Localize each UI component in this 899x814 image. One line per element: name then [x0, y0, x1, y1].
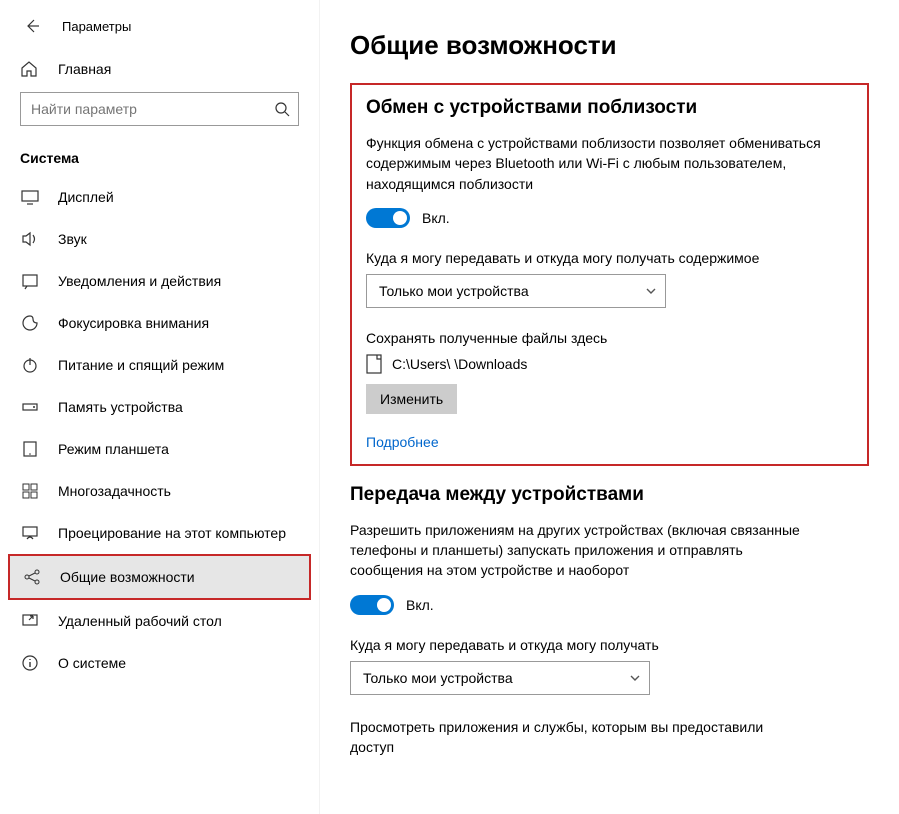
learn-more-link[interactable]: Подробнее — [366, 434, 439, 450]
remote-icon — [20, 612, 40, 630]
nearby-description: Функция обмена с устройствами поблизости… — [366, 133, 826, 194]
tablet-icon — [20, 440, 40, 458]
sidebar-item-label: Память устройства — [58, 399, 183, 415]
home-icon — [20, 60, 40, 78]
sidebar-item-label: Питание и спящий режим — [58, 357, 224, 373]
sidebar-item-label: Фокусировка внимания — [58, 315, 209, 331]
sidebar-item-storage[interactable]: Память устройства — [0, 386, 319, 428]
multitask-icon — [20, 482, 40, 500]
sidebar-item-shared-experiences[interactable]: Общие возможности — [10, 556, 309, 598]
sidebar-item-tablet[interactable]: Режим планшета — [0, 428, 319, 470]
sidebar-item-label: Проецирование на этот компьютер — [58, 525, 286, 541]
section-title-cross-device: Передача между устройствами — [350, 484, 869, 506]
power-icon — [20, 356, 40, 374]
change-location-button[interactable]: Изменить — [366, 384, 457, 414]
search-input[interactable] — [20, 92, 299, 126]
cross-device-footer: Просмотреть приложения и службы, которым… — [350, 717, 810, 758]
storage-icon — [20, 398, 40, 416]
window-title: Параметры — [62, 19, 131, 34]
sidebar-item-multitask[interactable]: Многозадачность — [0, 470, 319, 512]
back-arrow-icon — [24, 18, 40, 34]
sidebar-item-projecting[interactable]: Проецирование на этот компьютер — [0, 512, 319, 554]
save-location-label: Сохранять полученные файлы здесь — [366, 330, 853, 346]
sidebar-item-home[interactable]: Главная — [0, 48, 319, 92]
cross-device-share-label: Куда я могу передавать и откуда могу пол… — [350, 637, 869, 653]
sidebar-item-about[interactable]: О системе — [0, 642, 319, 684]
nearby-toggle[interactable] — [366, 208, 410, 228]
focus-icon — [20, 314, 40, 332]
sidebar-item-power[interactable]: Питание и спящий режим — [0, 344, 319, 386]
sidebar-item-label: Звук — [58, 231, 87, 247]
cross-device-description: Разрешить приложениям на других устройст… — [350, 520, 810, 581]
dropdown-value: Только мои устройства — [379, 283, 529, 299]
sidebar-item-sound[interactable]: Звук — [0, 218, 319, 260]
shared-icon — [22, 568, 42, 586]
save-path: C:\Users\ \Downloads — [392, 356, 527, 372]
chevron-down-icon — [645, 285, 657, 297]
sidebar-item-notifications[interactable]: Уведомления и действия — [0, 260, 319, 302]
nearby-share-dropdown[interactable]: Только мои устройства — [366, 274, 666, 308]
cross-device-toggle-label: Вкл. — [406, 597, 434, 613]
folder-icon — [366, 354, 382, 374]
sidebar-item-label: Уведомления и действия — [58, 273, 221, 289]
projecting-icon — [20, 524, 40, 542]
back-button[interactable] — [20, 14, 44, 38]
sidebar-item-label: Общие возможности — [60, 569, 195, 585]
page-title: Общие возможности — [350, 30, 869, 61]
nearby-share-label: Куда я могу передавать и откуда могу пол… — [366, 250, 853, 266]
sidebar-item-label: Режим планшета — [58, 441, 169, 457]
sound-icon — [20, 230, 40, 248]
display-icon — [20, 188, 40, 206]
about-icon — [20, 654, 40, 672]
sidebar-item-focus[interactable]: Фокусировка внимания — [0, 302, 319, 344]
section-title-nearby: Обмен с устройствами поблизости — [366, 97, 853, 119]
cross-device-toggle[interactable] — [350, 595, 394, 615]
sidebar-item-label: О системе — [58, 655, 126, 671]
notifications-icon — [20, 272, 40, 290]
sidebar-item-display[interactable]: Дисплей — [0, 176, 319, 218]
sidebar-item-remote[interactable]: Удаленный рабочий стол — [0, 600, 319, 642]
sidebar-item-label: Главная — [58, 61, 111, 77]
sidebar-group-title: Система — [0, 144, 319, 176]
cross-device-dropdown[interactable]: Только мои устройства — [350, 661, 650, 695]
chevron-down-icon — [629, 672, 641, 684]
search-button[interactable] — [265, 92, 299, 126]
sidebar-item-label: Дисплей — [58, 189, 114, 205]
search-icon — [274, 101, 290, 117]
sidebar-item-label: Удаленный рабочий стол — [58, 613, 222, 629]
nearby-toggle-label: Вкл. — [422, 210, 450, 226]
dropdown-value: Только мои устройства — [363, 670, 513, 686]
sidebar-item-label: Многозадачность — [58, 483, 171, 499]
